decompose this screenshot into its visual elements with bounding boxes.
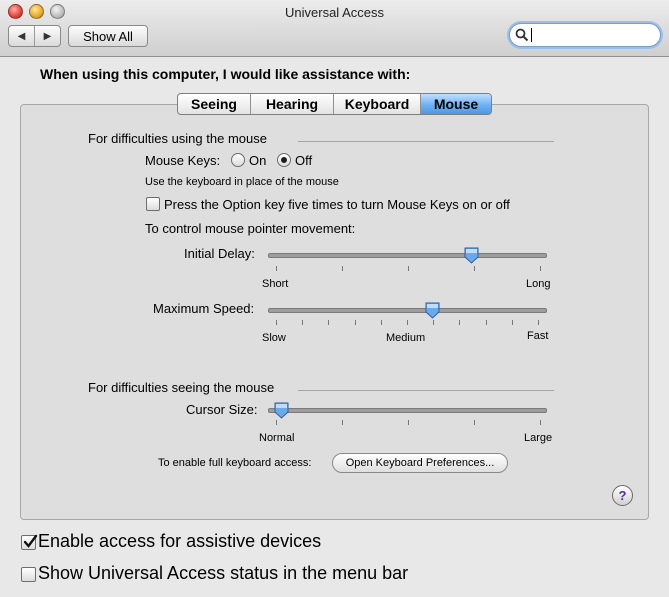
assistance-heading: When using this computer, I would like a… (40, 66, 411, 82)
slider-tick (342, 266, 343, 271)
mouse-keys-off-radio[interactable] (277, 153, 291, 167)
slider-tick (276, 266, 277, 271)
radio-selected-dot (281, 157, 287, 163)
slider-tick (540, 266, 541, 271)
window-title: Universal Access (285, 5, 384, 20)
tab-keyboard[interactable]: Keyboard (334, 94, 421, 114)
tab-bar: Seeing Hearing Keyboard Mouse (177, 93, 492, 115)
maximum-speed-label: Maximum Speed: (153, 301, 255, 316)
cursor-size-max-label: Large (524, 432, 553, 444)
slider-tick (408, 420, 409, 425)
cursor-size-min-label: Normal (259, 432, 295, 444)
question-mark-icon: ? (618, 488, 627, 503)
mouse-keys-hint: Use the keyboard in place of the mouse (145, 176, 339, 188)
section-divider (298, 141, 554, 142)
search-icon (515, 28, 529, 42)
cursor-size-label: Cursor Size: (186, 402, 258, 417)
forward-arrow-icon: ▶ (43, 30, 52, 42)
maximum-speed-min-label: Slow (262, 332, 286, 344)
initial-delay-min-label: Short (262, 278, 289, 290)
initial-delay-label: Initial Delay: (184, 246, 255, 261)
search-field[interactable] (509, 23, 661, 47)
maximum-speed-max-label: Fast (527, 330, 549, 342)
open-keyboard-preferences-button[interactable]: Open Keyboard Preferences... (332, 453, 508, 473)
maximum-speed-mid-label: Medium (386, 332, 426, 344)
show-all-button[interactable]: Show All (68, 25, 148, 47)
forward-button[interactable]: ▶ (35, 26, 60, 46)
slider-thumb[interactable] (425, 302, 440, 319)
back-forward-control: ◀ ▶ (8, 25, 61, 47)
tab-hearing[interactable]: Hearing (251, 94, 334, 114)
slider-tick (381, 320, 382, 325)
slider-track (268, 253, 547, 258)
mouse-keys-on-label: On (249, 153, 267, 168)
tab-mouse[interactable]: Mouse (421, 94, 491, 114)
section-divider (298, 390, 554, 391)
slider-tick (407, 320, 408, 325)
slider-tick (433, 320, 434, 325)
tab-seeing[interactable]: Seeing (178, 94, 251, 114)
back-button[interactable]: ◀ (9, 26, 35, 46)
pointer-control-label: To control mouse pointer movement: (145, 221, 356, 236)
menu-bar-status-checkbox[interactable] (21, 567, 36, 582)
seeing-section-title: For difficulties seeing the mouse (88, 380, 275, 395)
window-titlebar: Universal Access ◀ ▶ Show All (0, 0, 669, 57)
mouse-section-title: For difficulties using the mouse (88, 131, 267, 146)
slider-tick (538, 320, 539, 325)
option-key-checkbox[interactable] (146, 197, 160, 211)
slider-tick (474, 420, 475, 425)
keyboard-access-label: To enable full keyboard access: (158, 457, 312, 469)
text-caret (531, 28, 532, 42)
checkmark-icon (23, 534, 38, 548)
slider-track (268, 408, 547, 413)
slider-tick (276, 420, 277, 425)
slider-thumb[interactable] (274, 402, 289, 419)
slider-tick (459, 320, 460, 325)
slider-tick (342, 420, 343, 425)
help-button[interactable]: ? (612, 485, 633, 506)
slider-tick (474, 266, 475, 271)
initial-delay-max-label: Long (526, 278, 551, 290)
slider-tick (486, 320, 487, 325)
slider-tick (512, 320, 513, 325)
slider-tick (540, 420, 541, 425)
assistive-devices-checkbox[interactable] (21, 534, 38, 550)
back-arrow-icon: ◀ (17, 30, 26, 42)
slider-tick (276, 320, 277, 325)
option-key-label: Press the Option key five times to turn … (164, 197, 510, 212)
slider-tick (355, 320, 356, 325)
slider-tick (328, 320, 329, 325)
slider-thumb[interactable] (464, 247, 479, 264)
mouse-keys-off-label: Off (295, 153, 313, 168)
assistive-devices-label: Enable access for assistive devices (38, 531, 322, 551)
slider-track (268, 308, 547, 313)
mouse-keys-label: Mouse Keys: (145, 153, 221, 168)
menu-bar-status-label: Show Universal Access status in the menu… (38, 563, 409, 583)
slider-tick (408, 266, 409, 271)
mouse-keys-on-radio[interactable] (231, 153, 245, 167)
slider-tick (302, 320, 303, 325)
